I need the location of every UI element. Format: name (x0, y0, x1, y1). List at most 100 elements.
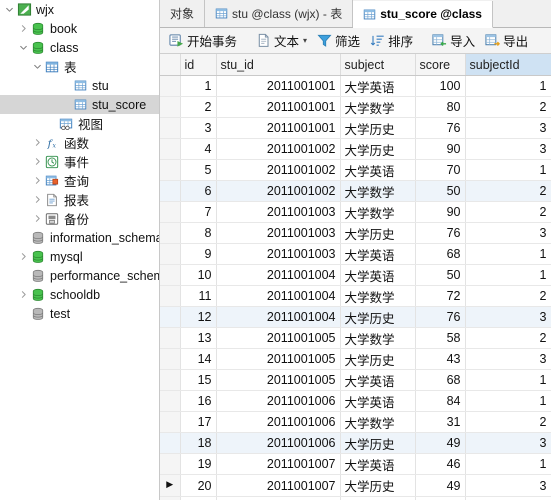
tab-bar[interactable]: 对象 stu @class (wjx) - 表 stu_score @class (160, 0, 551, 28)
cell-subject[interactable]: 大学英语 (340, 390, 416, 413)
cell-stu_id[interactable]: 2011001001 (216, 117, 341, 140)
tree-item-schooldb[interactable]: schooldb (0, 285, 159, 304)
row-marker[interactable] (160, 390, 181, 413)
cell-id[interactable]: 4 (180, 138, 217, 161)
export-button[interactable]: 导出 (480, 29, 533, 51)
row-marker[interactable] (160, 411, 181, 434)
tree-item-[interactable]: 表 (0, 57, 159, 76)
cell-stu_id[interactable]: 2011001004 (216, 285, 341, 308)
tree-item-[interactable]: 视图 (0, 114, 159, 133)
cell-subject[interactable]: 大学历史 (340, 432, 416, 455)
cell-stu_id[interactable]: 2011001003 (216, 222, 341, 245)
cell-subjectId[interactable]: 1 (465, 243, 551, 266)
cell-subject[interactable]: 大学历史 (340, 222, 416, 245)
row-marker[interactable] (160, 327, 181, 350)
cell-id[interactable]: 13 (180, 327, 217, 350)
row-marker[interactable] (160, 117, 181, 140)
cell-subject[interactable]: 大学数学 (340, 96, 416, 119)
cell-id[interactable]: 5 (180, 159, 217, 182)
chevron-right-icon[interactable] (31, 171, 44, 190)
cell-stu_id[interactable]: 2011001001 (216, 96, 341, 119)
cell-id[interactable]: 11 (180, 285, 217, 308)
cell-subjectId[interactable]: 3 (465, 348, 551, 371)
cell-stu_id[interactable]: 2011001004 (216, 264, 341, 287)
cell-subject[interactable]: 大学历史 (340, 117, 416, 140)
table-row[interactable]: 7 2011001003 大学数学 90 2 (160, 201, 551, 224)
row-marker[interactable] (160, 264, 181, 287)
cell-stu_id[interactable]: 2011001006 (216, 390, 341, 413)
table-row[interactable]: 10 2011001004 大学英语 50 1 (160, 264, 551, 287)
data-grid[interactable]: id stu_id subject score subjectId 1 201100100… (160, 53, 551, 500)
table-row[interactable]: 18 2011001006 大学历史 49 3 (160, 432, 551, 455)
cell-subject[interactable]: 大学英语 (340, 75, 416, 98)
row-marker[interactable] (160, 306, 181, 329)
cell-score[interactable]: 72 (415, 285, 466, 308)
table-row[interactable]: 13 2011001005 大学数学 58 2 (160, 327, 551, 350)
row-marker[interactable] (160, 285, 181, 308)
cell-subject[interactable]: 大学英语 (340, 264, 416, 287)
cell-score[interactable]: 80 (415, 96, 466, 119)
cell-score[interactable]: 70 (415, 159, 466, 182)
grid-body[interactable]: 1 2011001001 大学英语 100 1 2 2011001001 大学数学 80 2 3 20… (160, 75, 551, 500)
tab-stu-table[interactable]: stu @class (wjx) - 表 (205, 0, 354, 27)
cell-subjectId[interactable]: 3 (465, 222, 551, 245)
cell-id[interactable]: 12 (180, 306, 217, 329)
text-button[interactable]: 文本 ▾ (251, 29, 312, 51)
cell-subjectId[interactable]: 1 (465, 159, 551, 182)
cell-id[interactable]: 3 (180, 117, 217, 140)
cell-subject[interactable]: 大学英语 (340, 453, 416, 476)
table-row[interactable]: 9 2011001003 大学英语 68 1 (160, 243, 551, 266)
table-row[interactable]: 8 2011001003 大学历史 76 3 (160, 222, 551, 245)
tab-stu-score-table[interactable]: stu_score @class (353, 1, 493, 28)
chevron-down-icon[interactable] (3, 0, 16, 19)
table-row[interactable]: 2 2011001001 大学数学 80 2 (160, 96, 551, 119)
table-row[interactable]: 4 2011001002 大学历史 90 3 (160, 138, 551, 161)
table-row[interactable]: 6 2011001002 大学数学 50 2 (160, 180, 551, 203)
row-marker[interactable] (160, 75, 181, 98)
cell-subjectId[interactable]: 1 (465, 390, 551, 413)
cell-id[interactable]: 2 (180, 96, 217, 119)
cell-stu_id[interactable]: 2011001001 (216, 75, 341, 98)
cell-score[interactable]: 68 (415, 243, 466, 266)
chevron-right-icon[interactable] (17, 285, 30, 304)
cell-stu_id[interactable]: 2011001003 (216, 243, 341, 266)
tree-item-[interactable]: 备份 (0, 209, 159, 228)
cell-stu_id[interactable]: 2011001007 (216, 474, 341, 498)
cell-subject[interactable]: 大学英语 (340, 243, 416, 266)
tree-item-[interactable]: 报表 (0, 190, 159, 209)
begin-transaction-button[interactable]: 开始事务 (164, 29, 242, 51)
object-tree-sidebar[interactable]: wjx book class 表 stu stu_score 视图 f x 函数 事件 查询 报表 备份 i… (0, 0, 160, 500)
import-button[interactable]: 导入 (427, 29, 480, 51)
table-row[interactable]: 5 2011001002 大学英语 70 1 (160, 159, 551, 182)
cell-id[interactable]: 16 (180, 390, 217, 413)
cell-subjectId[interactable]: 2 (465, 285, 551, 308)
cell-id[interactable]: 1 (180, 75, 217, 98)
tree-item-class[interactable]: class (0, 38, 159, 57)
cell-subjectId[interactable]: 3 (465, 306, 551, 329)
chevron-right-icon[interactable] (31, 133, 44, 152)
cell-subjectId[interactable]: 1 (465, 453, 551, 476)
cell-stu_id[interactable]: 2011001002 (216, 138, 341, 161)
cell-subject[interactable]: 大学数学 (340, 201, 416, 224)
cell-score[interactable]: 100 (415, 75, 466, 98)
table-row[interactable]: 14 2011001005 大学历史 43 3 (160, 348, 551, 371)
table-row[interactable]: 3 2011001001 大学历史 76 3 (160, 117, 551, 140)
column-header-subject[interactable]: subject (340, 53, 416, 77)
row-marker[interactable] (160, 453, 181, 476)
cell-stu_id[interactable]: 2011001005 (216, 327, 341, 350)
cell-subject[interactable]: 大学历史 (340, 138, 416, 161)
cell-subjectId[interactable]: 3 (465, 138, 551, 161)
chevron-right-icon[interactable] (31, 190, 44, 209)
cell-score[interactable]: 68 (415, 369, 466, 392)
cell-id[interactable]: 15 (180, 369, 217, 392)
chevron-right-icon[interactable] (31, 152, 44, 171)
row-marker[interactable] (160, 96, 181, 119)
cell-id[interactable]: 14 (180, 348, 217, 371)
cell-id[interactable]: 18 (180, 432, 217, 455)
chevron-right-icon[interactable] (17, 247, 30, 266)
chevron-right-icon[interactable] (17, 19, 30, 38)
cell-score[interactable]: 46 (415, 453, 466, 476)
sort-button[interactable]: 排序 (365, 29, 418, 51)
table-row[interactable]: 16 2011001006 大学英语 84 1 (160, 390, 551, 413)
chevron-down-icon[interactable] (17, 38, 30, 57)
